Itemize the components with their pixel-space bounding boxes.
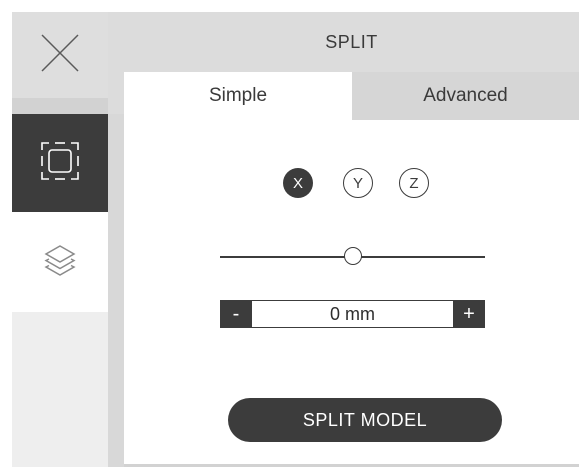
axis-x-button[interactable]: X — [283, 168, 313, 198]
rail-empty-area — [12, 312, 108, 467]
tab-simple[interactable]: Simple — [124, 72, 352, 120]
rail-gap — [108, 114, 124, 467]
decrement-button[interactable]: - — [220, 300, 252, 328]
close-icon — [39, 32, 81, 79]
increment-button[interactable]: + — [453, 300, 485, 328]
dialog-title: SPLIT — [325, 31, 378, 52]
split-position-slider-handle[interactable] — [343, 247, 362, 265]
split-dialog: SPLIT Simple Advanced X Y Z - 0 mm + SPL… — [12, 12, 579, 467]
simple-panel: X Y Z - 0 mm + SPLIT MODEL — [124, 120, 579, 464]
rail-separator — [12, 98, 108, 114]
layers-icon — [40, 240, 80, 285]
rail-item-split-tool[interactable] — [12, 114, 108, 212]
axis-y-button[interactable]: Y — [343, 168, 373, 198]
tab-advanced[interactable]: Advanced — [352, 72, 579, 120]
offset-value-field[interactable]: 0 mm — [252, 300, 453, 328]
rail-item-layers[interactable] — [12, 212, 108, 312]
select-bounds-icon — [39, 140, 81, 187]
offset-stepper: - 0 mm + — [220, 300, 485, 328]
close-button[interactable] — [12, 12, 108, 98]
axis-z-button[interactable]: Z — [399, 168, 429, 198]
split-model-button[interactable]: SPLIT MODEL — [228, 398, 502, 442]
